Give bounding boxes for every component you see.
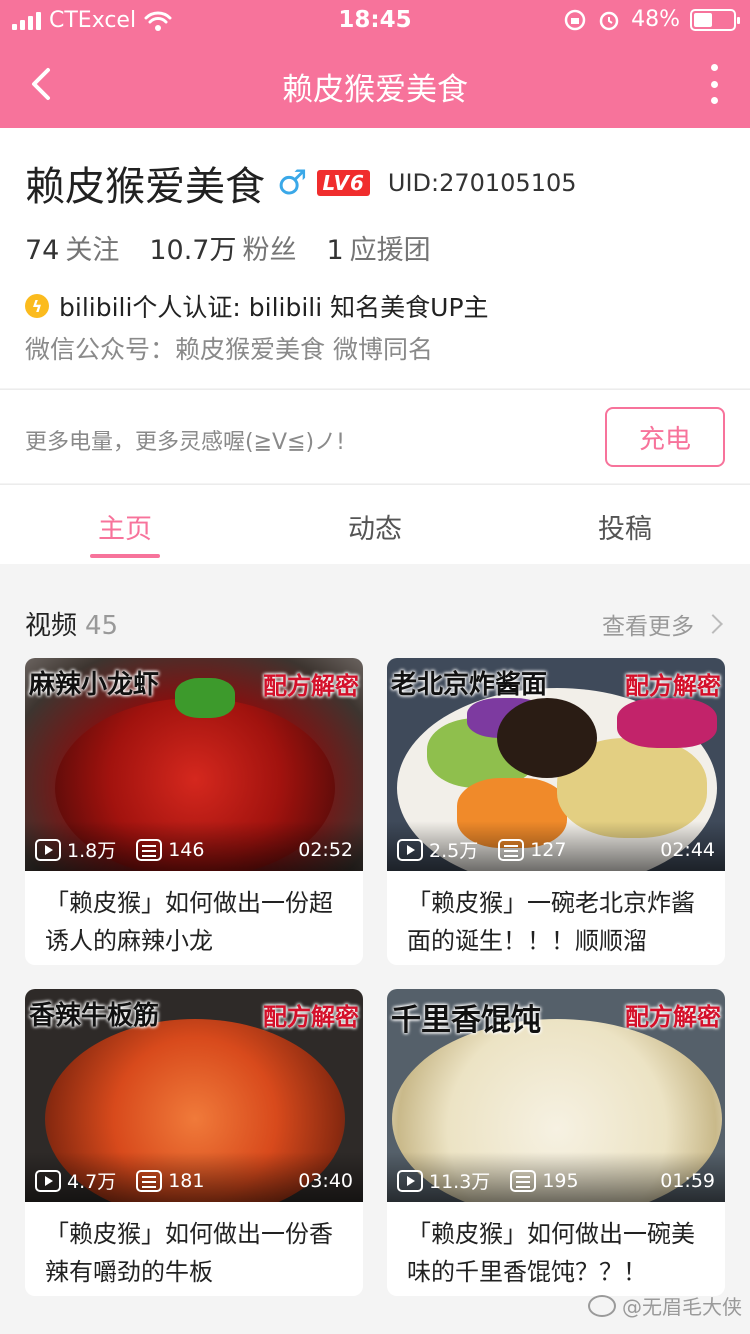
video-thumbnail[interactable]: 老北京炸酱面 配方解密 2.5万 127 02:44 [387, 658, 725, 871]
video-thumbnail[interactable]: 千里香馄饨 配方解密 11.3万 195 01:59 [387, 989, 725, 1202]
danmaku-count: 127 [530, 838, 567, 861]
verification-text: bilibili个人认证: bilibili 知名美食UP主 [59, 293, 489, 322]
page-title: 赖皮猴爱美食 [282, 72, 468, 108]
alarm-icon [599, 11, 619, 30]
view-count: 11.3万 [429, 1171, 491, 1193]
profile-header: 赖皮猴爱美食 ♂ LV6 UID:270105105 74 关注 10.7万 粉丝 … [0, 128, 750, 388]
status-right: 48% [563, 7, 740, 32]
user-signature: 微信公众号：赖皮猴爱美食 微博同名 [25, 335, 433, 364]
video-duration: 02:52 [298, 838, 353, 861]
active-tab-indicator [90, 554, 160, 558]
male-gender-icon: ♂ [277, 163, 308, 203]
user-stats: 74 关注 10.7万 粉丝 1 应援团 [25, 228, 431, 267]
video-card[interactable]: 麻辣小龙虾 配方解密 1.8万 146 02:52 「赖皮猴」如何做出一份超诱人… [25, 658, 363, 965]
play-count-icon [35, 838, 61, 861]
thumbnail-tag-left: 麻辣小龙虾 [29, 670, 160, 700]
video-thumbnail[interactable]: 香辣牛板筋 配方解密 4.7万 181 03:40 [25, 989, 363, 1202]
video-card[interactable]: 千里香馄饨 配方解密 11.3万 195 01:59 「赖皮猴」如何做出一碗美味… [387, 989, 725, 1296]
fans-stat[interactable]: 10.7万 粉丝 [149, 228, 296, 267]
play-count-icon [397, 838, 423, 861]
danmaku-count: 181 [168, 1169, 205, 1192]
profile-tabs: 主页 动态 投稿 [0, 484, 750, 564]
thumbnail-tag-left: 香辣牛板筋 [29, 1001, 160, 1031]
view-count: 4.7万 [67, 1171, 117, 1193]
user-name: 赖皮猴爱美食 [25, 164, 265, 210]
video-meta: 1.8万 146 02:52 [35, 836, 353, 863]
thumbnail-tag-right: 配方解密 [263, 672, 359, 700]
chevron-right-icon [703, 614, 723, 634]
play-count-icon [35, 1169, 61, 1192]
video-card[interactable]: 香辣牛板筋 配方解密 4.7万 181 03:40 「赖皮猴」如何做出一份香辣有… [25, 989, 363, 1296]
user-uid: UID:270105105 [387, 169, 577, 197]
level-badge: LV6 [317, 170, 370, 196]
following-stat[interactable]: 74 关注 [25, 228, 119, 267]
status-bar: CTExcel 18:45 48% [0, 0, 750, 40]
tab-home[interactable]: 主页 [0, 507, 250, 546]
danmaku-icon [136, 838, 163, 861]
verification-row: ϟ bilibili个人认证: bilibili 知名美食UP主 [25, 288, 489, 324]
video-meta: 2.5万 127 02:44 [397, 836, 715, 863]
video-title[interactable]: 「赖皮猴」如何做出一份香辣有嚼劲的牛板 [45, 1215, 347, 1291]
view-count: 2.5万 [429, 840, 479, 862]
videos-count: 45 [85, 611, 119, 641]
danmaku-icon [498, 838, 525, 861]
video-card[interactable]: 老北京炸酱面 配方解密 2.5万 127 02:44 「赖皮猴」一碗老北京炸酱面… [387, 658, 725, 965]
video-duration: 03:40 [298, 1169, 353, 1192]
video-duration: 02:44 [660, 838, 715, 861]
video-meta: 11.3万 195 01:59 [397, 1167, 715, 1194]
danmaku-icon [510, 1169, 537, 1192]
battery-percent: 48% [631, 7, 680, 32]
support-group-stat[interactable]: 1 应援团 [326, 228, 430, 267]
charge-hint: 更多电量，更多灵感喔(≧V≦)ノ! [25, 430, 345, 455]
play-count-icon [397, 1169, 423, 1192]
view-count: 1.8万 [67, 840, 117, 862]
video-title[interactable]: 「赖皮猴」一碗老北京炸酱面的诞生！！！顺顺溜 [407, 884, 709, 960]
video-meta: 4.7万 181 03:40 [35, 1167, 353, 1194]
thumbnail-tag-right: 配方解密 [263, 1003, 359, 1031]
thumbnail-tag-left: 老北京炸酱面 [391, 670, 548, 700]
danmaku-count: 195 [542, 1169, 579, 1192]
rotation-lock-icon [564, 9, 586, 30]
danmaku-icon [136, 1169, 163, 1192]
thumbnail-tag-left: 千里香馄饨 [391, 1003, 541, 1038]
see-more-link[interactable]: 查看更多 [602, 607, 723, 641]
video-title[interactable]: 「赖皮猴」如何做出一份超诱人的麻辣小龙 [45, 884, 347, 960]
charge-button[interactable]: 充电 [605, 407, 725, 467]
name-row: 赖皮猴爱美食 ♂ LV6 UID:270105105 [25, 154, 577, 212]
danmaku-count: 146 [168, 838, 205, 861]
battery-icon [690, 8, 740, 31]
video-duration: 01:59 [660, 1169, 715, 1192]
charge-bar: 更多电量，更多灵感喔(≧V≦)ノ! 充电 [0, 389, 750, 483]
watermark: @无眉毛大侠 [588, 1291, 742, 1320]
weibo-icon [588, 1294, 616, 1317]
thumbnail-tag-right: 配方解密 [625, 1003, 721, 1031]
videos-section-title: 视频 45 [25, 611, 119, 641]
tab-activity[interactable]: 动态 [250, 507, 500, 546]
video-thumbnail[interactable]: 麻辣小龙虾 配方解密 1.8万 146 02:52 [25, 658, 363, 871]
tab-uploads[interactable]: 投稿 [500, 507, 750, 546]
more-options-icon[interactable] [704, 64, 724, 104]
thumbnail-tag-right: 配方解密 [625, 672, 721, 700]
lightning-icon: ϟ [25, 294, 49, 318]
video-title[interactable]: 「赖皮猴」如何做出一碗美味的千里香馄饨？？！ [407, 1215, 709, 1291]
nav-bar: 赖皮猴爱美食 [0, 40, 750, 128]
